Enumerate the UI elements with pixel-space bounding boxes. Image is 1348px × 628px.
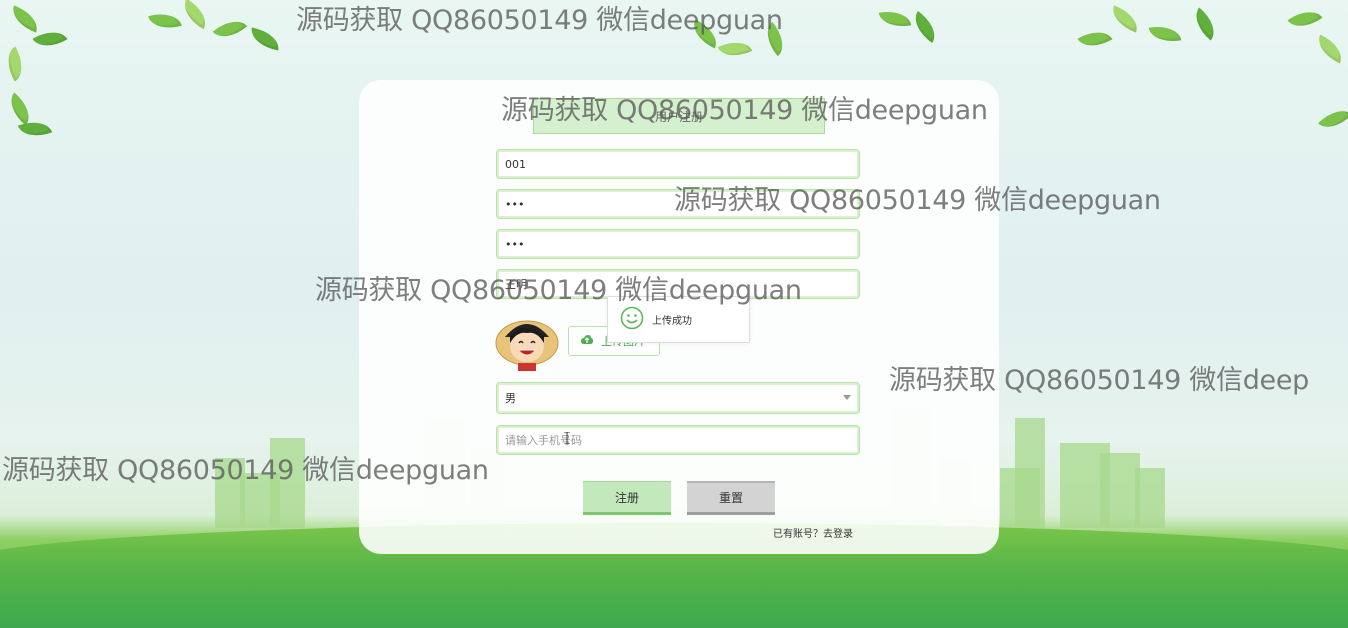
confirm-password-value: ••• <box>505 237 525 251</box>
watermark-text: 源码获取 QQ86050149 微信deepguan <box>296 5 783 36</box>
watermark-text: 源码获取 QQ86050149 微信deepguan <box>2 455 489 486</box>
smile-icon <box>620 306 644 333</box>
confirm-password-input[interactable]: ••• <box>496 229 860 259</box>
avatar <box>495 313 559 373</box>
text-cursor-icon <box>564 429 570 445</box>
cloud-upload-icon <box>581 334 593 348</box>
chevron-down-icon <box>843 395 851 400</box>
reset-button-label: 重置 <box>718 491 743 505</box>
phone-placeholder: 请输入手机号码 <box>505 434 582 447</box>
watermark-text: 源码获取 QQ86050149 微信deep <box>889 365 1309 396</box>
gender-value: 男 <box>505 392 516 405</box>
username-input[interactable]: 001 <box>496 149 860 179</box>
register-button-label: 注册 <box>614 490 639 505</box>
gender-select[interactable]: 男 <box>496 382 860 414</box>
password-value: ••• <box>505 197 525 211</box>
watermark-text: 源码获取 QQ86050149 微信deepguan <box>315 275 802 306</box>
reset-button[interactable]: 重置 <box>687 481 775 515</box>
login-link[interactable]: 已有账号？去登录 <box>773 525 853 540</box>
toast-message: 上传成功 <box>652 316 692 327</box>
watermark-text: 源码获取 QQ86050149 微信deepguan <box>501 95 988 126</box>
register-button[interactable]: 注册 <box>583 481 671 515</box>
watermark-text: 源码获取 QQ86050149 微信deepguan <box>674 185 1161 216</box>
phone-input[interactable]: 请输入手机号码 <box>496 425 860 455</box>
username-value: 001 <box>505 157 526 171</box>
